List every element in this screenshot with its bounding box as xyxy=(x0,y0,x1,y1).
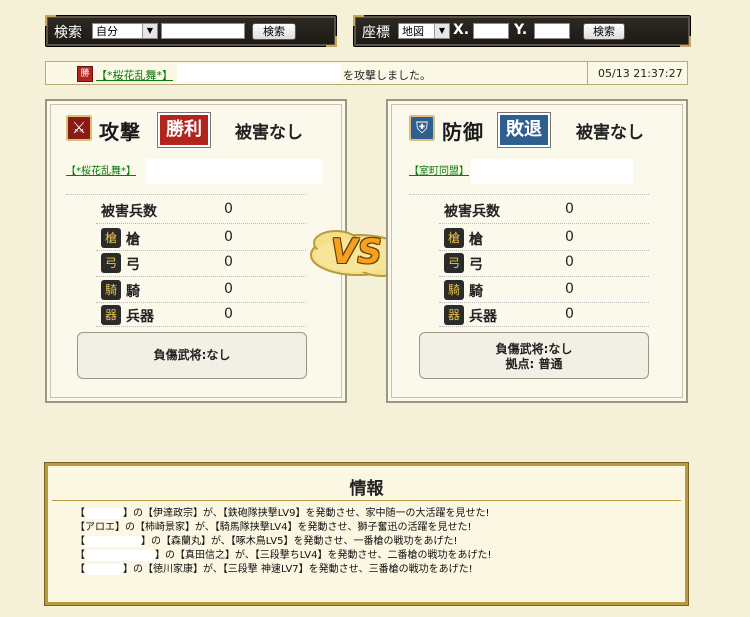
attack-unit-value: 0 xyxy=(224,306,233,322)
redacted-name xyxy=(85,549,155,561)
defense-result-box: 負傷武将:なし 拠点: 普通 xyxy=(419,332,649,379)
attack-unit-label: 弓 xyxy=(126,257,140,273)
attack-injured-generals: 負傷武将:なし xyxy=(77,332,307,379)
defense-unit-value: 0 xyxy=(565,254,574,270)
divider xyxy=(439,276,649,277)
attack-damage-status: 被害なし xyxy=(235,123,303,143)
defense-damage-status: 被害なし xyxy=(576,123,644,143)
victory-icon: 勝 xyxy=(77,66,93,82)
attacker-alliance-link[interactable]: 【*桜花乱舞*】 xyxy=(96,67,173,83)
divider xyxy=(439,302,649,303)
x-label: X. xyxy=(453,22,470,38)
divider xyxy=(439,326,649,327)
info-line: 【】の【森蘭丸】が、【啄木鳥LV5】を発動させ、一番槍の戦功をあげた! xyxy=(75,532,457,547)
chevron-down-icon: ▼ xyxy=(142,24,157,38)
redacted-name xyxy=(471,159,633,184)
horse-icon: 騎 xyxy=(101,280,121,300)
info-line: 【アロエ】の【柿崎景家】が、【騎馬隊挟撃LV4】を発動させ、獅子奮迅の活躍を見せ… xyxy=(75,518,471,533)
divider xyxy=(587,62,588,84)
divider xyxy=(96,276,306,277)
attack-unit-value: 0 xyxy=(224,254,233,270)
attack-unit-label: 兵器 xyxy=(126,309,154,325)
attack-unit-value: 0 xyxy=(224,281,233,297)
defense-title: 防御 xyxy=(442,120,484,144)
corner-ornament xyxy=(680,36,691,47)
info-line: 【】の【真田信之】が、【三段撃ちLV4】を発動させ、二番槍の戦功をあげた! xyxy=(75,546,491,561)
attack-unit-value: 0 xyxy=(224,229,233,245)
redacted-name xyxy=(177,64,341,82)
battle-message-row: 勝 【*桜花乱舞*】 を攻撃しました。 05/13 21:37:27 xyxy=(45,61,688,85)
map-select-value: 地図 xyxy=(402,25,424,38)
defense-unit-value: 0 xyxy=(565,306,574,322)
defense-unit-label: 槍 xyxy=(469,232,483,248)
attack-alliance-link[interactable]: 【*桜花乱舞*】 xyxy=(66,166,136,177)
divider xyxy=(96,250,306,251)
redacted-name xyxy=(85,507,123,519)
search-scope-value: 自分 xyxy=(96,25,118,38)
defense-alliance-row: 【室町同盟】 xyxy=(409,158,666,184)
corner-ornament xyxy=(326,36,337,47)
coordinate-search-button[interactable]: 検索 xyxy=(583,23,625,40)
helmet-icon: ⛨ xyxy=(409,115,435,141)
divider xyxy=(409,194,649,195)
attack-casualties-total: 0 xyxy=(224,201,233,217)
attack-alliance-row: 【*桜花乱舞*】 xyxy=(66,158,323,184)
y-label: Y. xyxy=(514,22,528,38)
weapon-icon: 器 xyxy=(444,305,464,325)
horse-icon: 騎 xyxy=(444,280,464,300)
divider xyxy=(439,223,649,224)
vs-text: VS xyxy=(331,232,382,272)
divider xyxy=(439,250,649,251)
bracket: 【 xyxy=(75,564,85,575)
coordinate-label: 座標 xyxy=(362,25,390,41)
bow-icon: 弓 xyxy=(101,253,121,273)
defense-unit-value: 0 xyxy=(565,229,574,245)
spear-icon: 槍 xyxy=(101,228,121,248)
divider xyxy=(96,223,306,224)
info-title: 情報 xyxy=(349,479,384,499)
defense-casualties-label: 被害兵数 xyxy=(444,204,500,220)
defense-unit-value: 0 xyxy=(565,281,574,297)
attack-unit-label: 槍 xyxy=(126,232,140,248)
weapon-icon: 器 xyxy=(101,305,121,325)
info-line: 【】の【伊達政宗】が、【鉄砲隊挟撃LV9】を発動させ、家中随一の大活躍を見せた! xyxy=(75,504,489,519)
info-line-text: 】の【徳川家康】が、【三段撃 神速LV7】を発動させ、三番槍の戦功をあげた! xyxy=(123,564,473,575)
y-coordinate-input[interactable] xyxy=(534,23,570,39)
bow-icon: 弓 xyxy=(444,253,464,273)
message-text: を攻撃しました。 xyxy=(343,69,431,82)
defense-unit-label: 弓 xyxy=(469,257,483,273)
info-line: 【 】の【徳川家康】が、【三段撃 神速LV7】を発動させ、三番槍の戦功をあげた! xyxy=(75,560,473,575)
defense-injured-generals: 負傷武将:なし xyxy=(495,342,573,356)
redacted-name xyxy=(85,535,141,547)
defense-alliance-link[interactable]: 【室町同盟】 xyxy=(409,166,469,177)
x-coordinate-input[interactable] xyxy=(473,23,509,39)
search-input[interactable] xyxy=(161,23,245,39)
divider xyxy=(96,326,306,327)
defense-unit-label: 兵器 xyxy=(469,309,497,325)
search-scope-select[interactable]: 自分 ▼ xyxy=(92,23,158,39)
attack-unit-label: 騎 xyxy=(126,284,140,300)
defense-base-status: 拠点: 普通 xyxy=(505,357,563,371)
victory-badge: 勝利 xyxy=(158,113,210,147)
info-panel: 情報 【】の【伊達政宗】が、【鉄砲隊挟撃LV9】を発動させ、家中随一の大活躍を見… xyxy=(44,462,689,606)
redacted-name xyxy=(85,563,123,575)
search-bar: 検索 自分 ▼ 検索 xyxy=(45,15,337,47)
coordinate-bar: 座標 地図 ▼ X. Y. 検索 xyxy=(353,15,691,47)
message-timestamp: 05/13 21:37:27 xyxy=(598,67,683,80)
crossed-swords-icon: ⚔ xyxy=(66,115,92,141)
defense-unit-label: 騎 xyxy=(469,284,483,300)
attack-casualties-label: 被害兵数 xyxy=(101,204,157,220)
map-select[interactable]: 地図 ▼ xyxy=(398,23,450,39)
divider xyxy=(96,302,306,303)
defeat-badge: 敗退 xyxy=(498,113,550,147)
defense-casualties-total: 0 xyxy=(565,201,574,217)
search-button[interactable]: 検索 xyxy=(252,23,296,40)
redacted-name xyxy=(146,159,322,184)
spear-icon: 槍 xyxy=(444,228,464,248)
divider xyxy=(66,194,306,195)
attack-title: 攻撃 xyxy=(99,120,141,144)
info-header: 情報 xyxy=(52,470,681,501)
chevron-down-icon: ▼ xyxy=(434,24,449,38)
search-label: 検索 xyxy=(54,25,82,41)
